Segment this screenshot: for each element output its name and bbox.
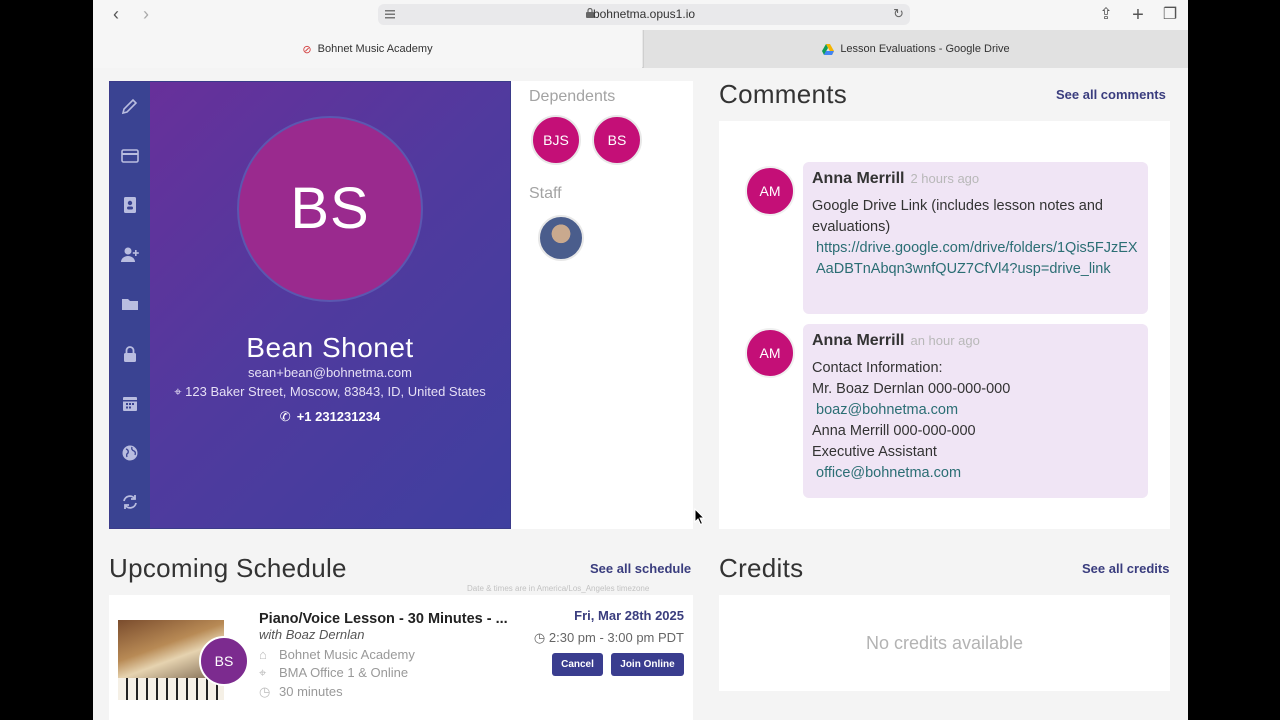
- comment-line: Contact Information:: [812, 360, 943, 376]
- staff-avatar[interactable]: [538, 215, 584, 261]
- drive-folder-link[interactable]: https://drive.google.com/drive/folders/1…: [812, 238, 1139, 280]
- profile-phone[interactable]: ✆ +1 231231234: [150, 409, 510, 425]
- tab-bar: ⊘ Bohnet Music Academy Lesson Evaluation…: [93, 30, 1188, 68]
- lesson-date: Fri, Mar 28th 2025: [574, 608, 684, 623]
- profile-sidebar: [110, 82, 150, 528]
- comment-bubble: Anna Merrill 2 hours ago Google Drive Lin…: [803, 162, 1148, 314]
- url-text: bohnetma.opus1.io: [592, 7, 696, 21]
- calendar-icon[interactable]: [120, 393, 140, 413]
- back-icon[interactable]: ‹: [105, 4, 127, 24]
- see-all-schedule-link[interactable]: See all schedule: [590, 561, 691, 576]
- tab-lesson-evaluations[interactable]: Lesson Evaluations - Google Drive: [643, 30, 1188, 68]
- see-all-credits-link[interactable]: See all credits: [1082, 561, 1169, 576]
- clock-icon: ◷: [259, 684, 271, 699]
- tab-overview-icon[interactable]: ❐: [1159, 4, 1181, 24]
- profile-address: ⌖ 123 Baker Street, Moscow, 83843, ID, U…: [150, 384, 510, 400]
- google-drive-icon: [822, 43, 835, 55]
- tab-bohnet-music-academy[interactable]: ⊘ Bohnet Music Academy: [93, 30, 642, 68]
- edit-icon[interactable]: [120, 96, 140, 116]
- add-user-icon[interactable]: [120, 245, 140, 265]
- profile-card: BS Bean Shonet sean+bean@bohnetma.com ⌖ …: [109, 81, 511, 529]
- reload-icon[interactable]: ↻: [893, 6, 904, 22]
- duration-text: 30 minutes: [279, 684, 343, 699]
- mouse-cursor-icon: [694, 508, 706, 526]
- comment-avatar: AM: [745, 166, 795, 216]
- home-icon: ⌂: [259, 647, 267, 662]
- address-text: 123 Baker Street, Moscow, 83843, ID, Uni…: [185, 384, 486, 399]
- comment-header: Anna Merrill 2 hours ago: [812, 170, 1139, 188]
- profile-email[interactable]: sean+bean@bohnetma.com: [150, 365, 510, 380]
- dependent-avatar[interactable]: BS: [592, 115, 642, 165]
- credits-title: Credits: [719, 553, 804, 583]
- comment-time: an hour ago: [910, 333, 980, 348]
- email-link[interactable]: office@bohnetma.com: [812, 463, 1139, 484]
- comment-line: Executive Assistant: [812, 444, 937, 460]
- dependents-label: Dependents: [529, 88, 616, 105]
- forward-icon[interactable]: ›: [135, 4, 157, 24]
- globe-icon[interactable]: [120, 443, 140, 463]
- browser-window: ‹ › bohnetma.opus1.io ↻ ⇪ + ❐ ⊘ Bohnet M…: [93, 0, 1188, 720]
- comment-author: Anna Merrill: [812, 170, 905, 187]
- phone-icon: ✆: [279, 409, 291, 424]
- time-text: 2:30 pm - 3:00 pm PDT: [548, 630, 684, 645]
- clock-icon: ◷: [533, 630, 549, 645]
- profile-name: Bean Shonet: [246, 332, 414, 363]
- browser-toolbar: ‹ › bohnetma.opus1.io ↻ ⇪ + ❐: [93, 0, 1188, 30]
- lesson-title[interactable]: Piano/Voice Lesson - 30 Minutes - ...: [259, 611, 508, 627]
- phone-text: +1 231231234: [296, 409, 381, 424]
- address-bar[interactable]: bohnetma.opus1.io ↻: [378, 4, 910, 25]
- dependents-panel: Dependents BJS BS Staff: [511, 81, 693, 529]
- contact-book-icon[interactable]: [120, 195, 140, 215]
- join-online-button[interactable]: Join Online: [611, 653, 684, 676]
- comment-line: Mr. Boaz Dernlan 000-000-000: [812, 381, 1011, 397]
- comment-line: Anna Merrill 000-000-000: [812, 423, 976, 439]
- timezone-note: Date & times are in America/Los_Angeles …: [467, 584, 650, 593]
- see-all-comments-link[interactable]: See all comments: [1056, 87, 1166, 102]
- comment-avatar: AM: [745, 328, 795, 378]
- comments-title: Comments: [719, 79, 848, 109]
- credit-card-icon[interactable]: [120, 146, 140, 166]
- lock-icon[interactable]: [120, 344, 140, 364]
- comment-time: 2 hours ago: [910, 171, 980, 186]
- comments-panel: AM Anna Merrill 2 hours ago Google Drive …: [719, 121, 1170, 529]
- schedule-card[interactable]: BS Piano/Voice Lesson - 30 Minutes - ...…: [109, 595, 693, 720]
- student-avatar: BS: [199, 636, 249, 686]
- cancel-button[interactable]: Cancel: [552, 653, 603, 676]
- tab-label: Lesson Evaluations - Google Drive: [840, 43, 1010, 55]
- comment-header: Anna Merrill an hour ago: [812, 332, 1139, 350]
- map-pin-icon: ⌖: [174, 384, 186, 399]
- map-pin-icon: ⌖: [259, 665, 267, 680]
- page-content: BS Bean Shonet sean+bean@bohnetma.com ⌖ …: [93, 68, 1188, 720]
- folder-icon[interactable]: [120, 294, 140, 314]
- email-link[interactable]: boaz@bohnetma.com: [812, 400, 1139, 421]
- lesson-time: ◷ 2:30 pm - 3:00 pm PDT: [534, 630, 684, 646]
- staff-label: Staff: [529, 185, 562, 202]
- lesson-academy: ⌂ Bohnet Music Academy: [259, 647, 415, 662]
- lesson-teacher: with Boaz Dernlan: [259, 627, 365, 642]
- profile-avatar: BS: [237, 116, 423, 302]
- comment-bubble: Anna Merrill an hour ago Contact Informat…: [803, 324, 1148, 498]
- comment-author: Anna Merrill: [812, 332, 905, 349]
- lesson-location: ⌖ BMA Office 1 & Online: [259, 665, 408, 681]
- lesson-duration: ◷ 30 minutes: [259, 684, 343, 700]
- tab-label: Bohnet Music Academy: [317, 43, 433, 55]
- share-icon[interactable]: ⇪: [1095, 4, 1117, 24]
- new-tab-icon[interactable]: +: [1127, 4, 1149, 26]
- schedule-title: Upcoming Schedule: [109, 553, 347, 583]
- academy-text: Bohnet Music Academy: [279, 647, 415, 662]
- academy-favicon-icon: ⊘: [302, 43, 312, 56]
- comment-text: Google Drive Link (includes lesson notes…: [812, 198, 1103, 235]
- location-text: BMA Office 1 & Online: [279, 665, 409, 680]
- sync-icon[interactable]: [120, 492, 140, 512]
- credits-panel: No credits available: [719, 595, 1170, 691]
- dependent-avatar[interactable]: BJS: [531, 115, 581, 165]
- no-credits-text: No credits available: [865, 633, 1024, 653]
